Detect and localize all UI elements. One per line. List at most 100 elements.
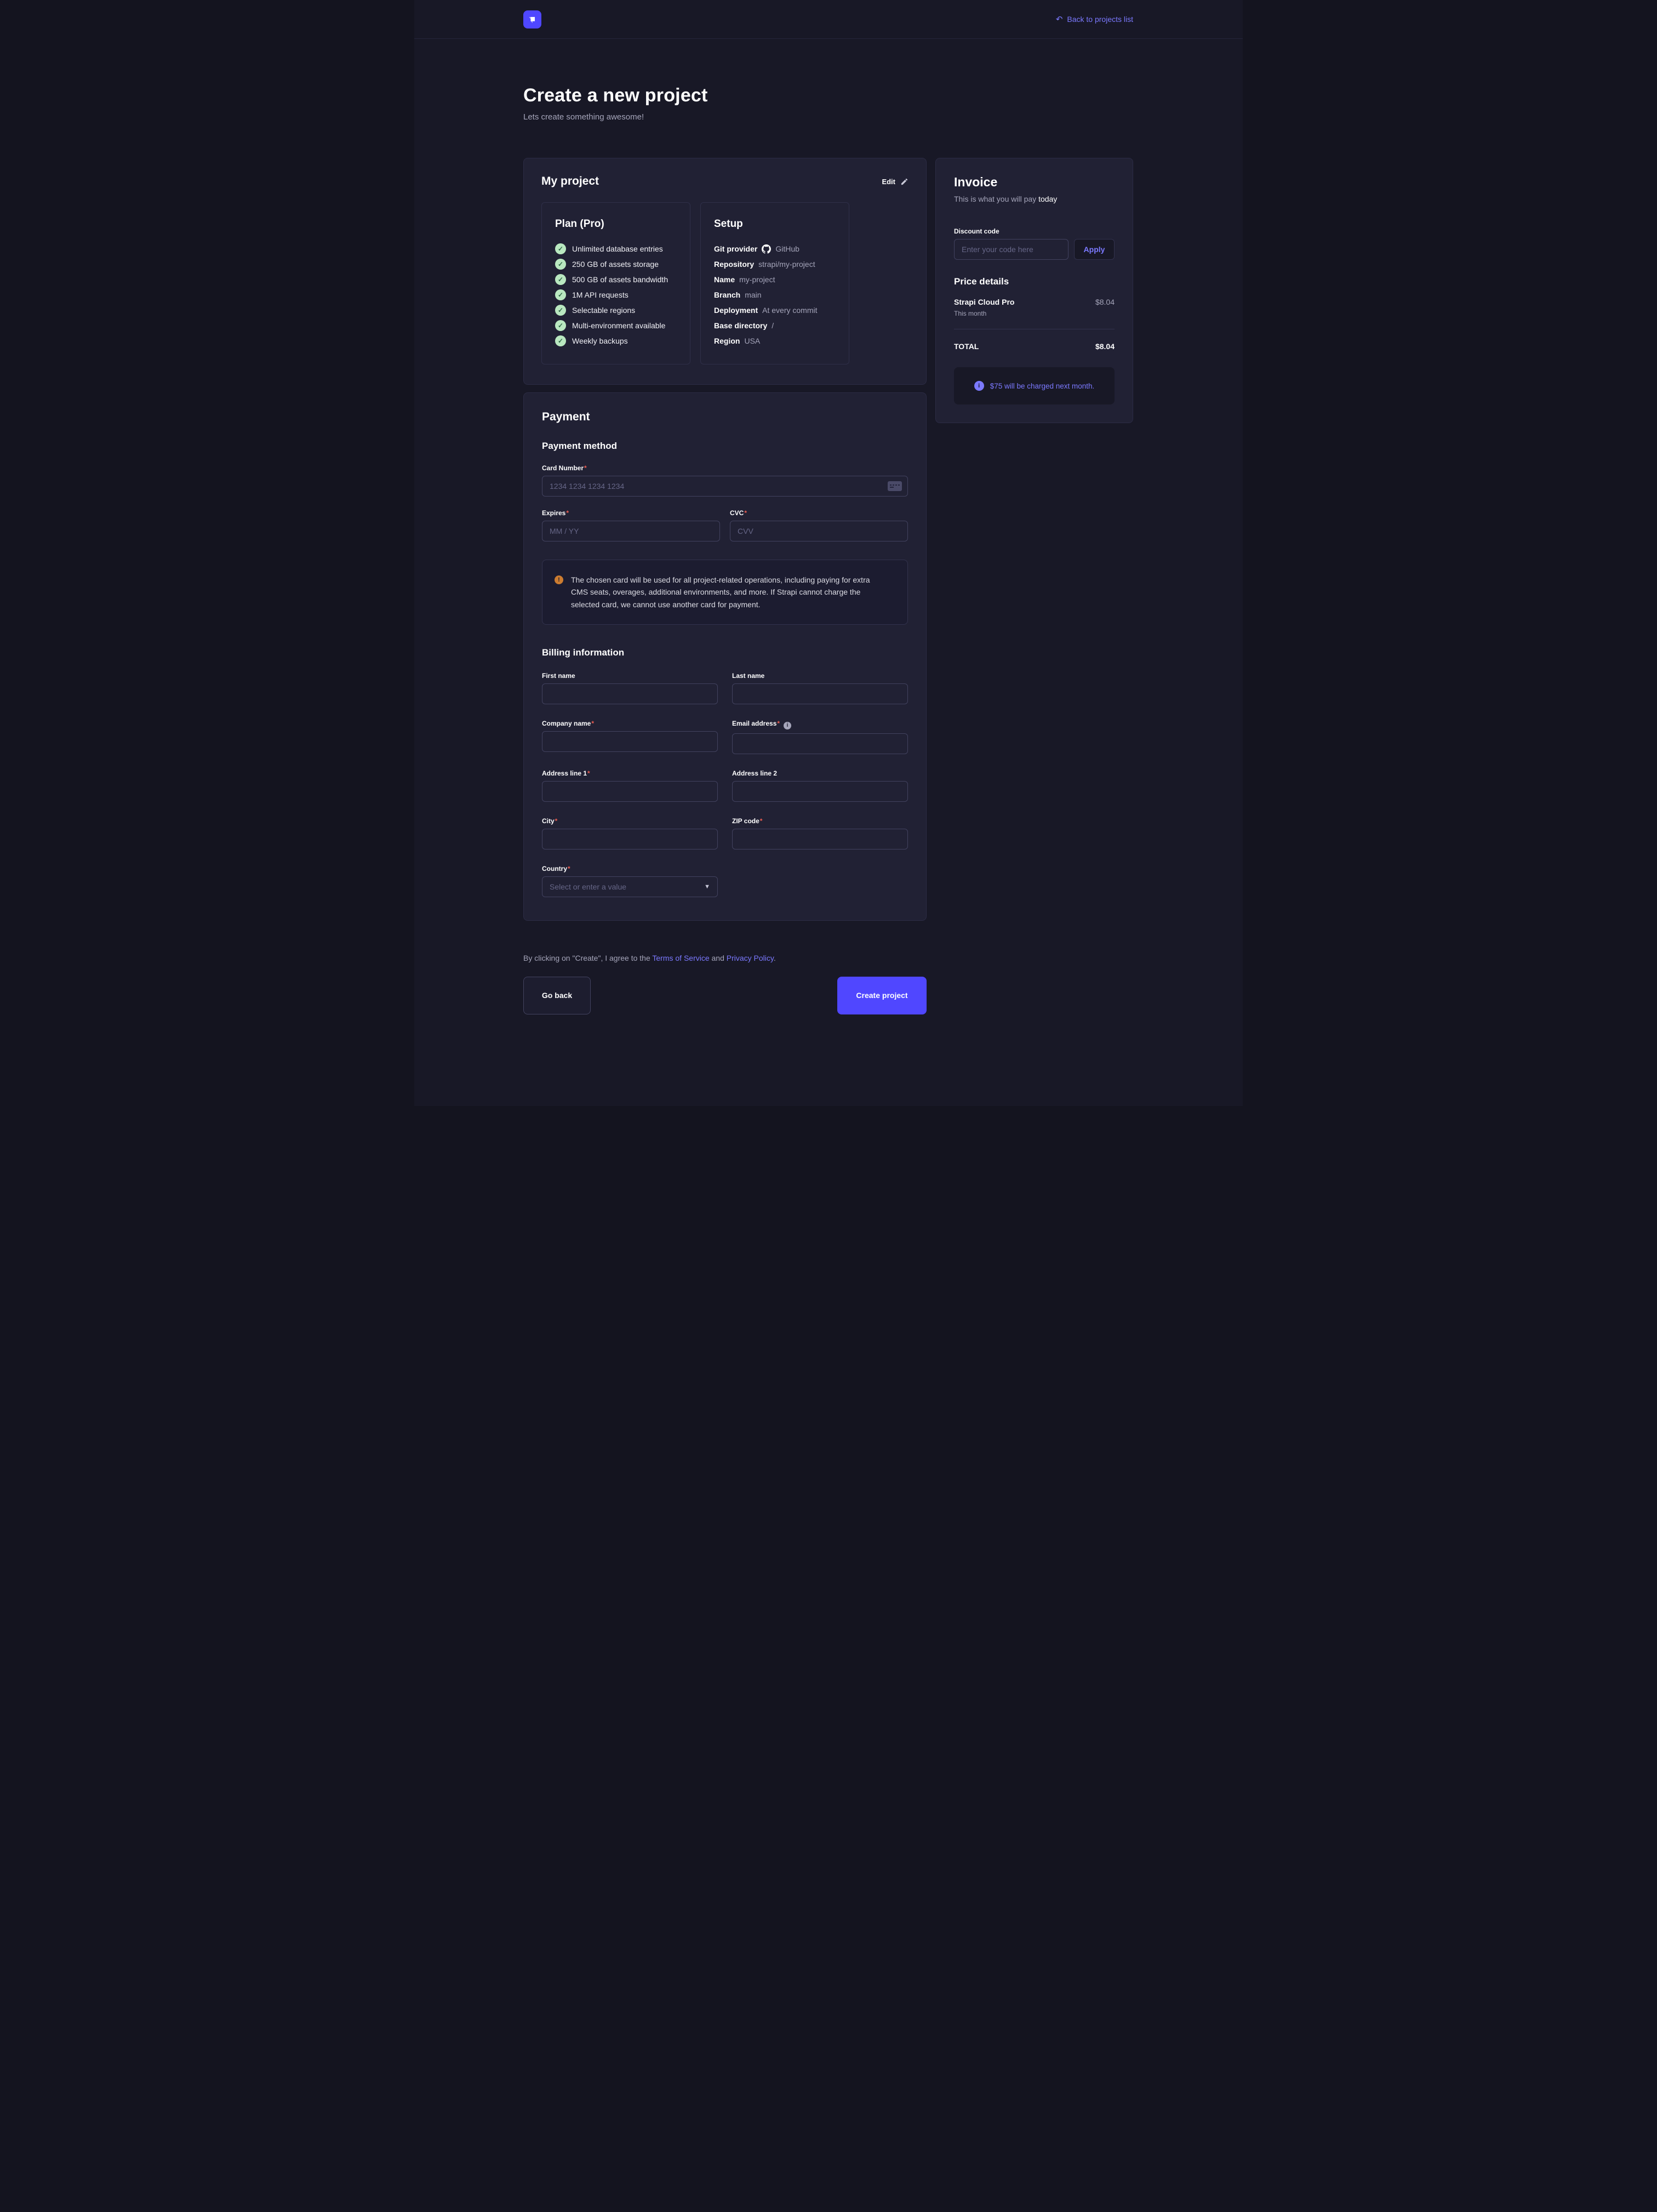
- plan-box: Plan (Pro) ✓ Unlimited database entries …: [541, 202, 690, 364]
- terms-prefix: By clicking on "Create", I agree to the: [523, 954, 652, 962]
- card-number-label-text: Card Number: [542, 464, 584, 472]
- last-name-field: Last name: [732, 672, 908, 704]
- zip-code-input[interactable]: [732, 829, 908, 850]
- next-month-note-text: $75 will be charged next month.: [990, 382, 1095, 390]
- my-project-title: My project: [541, 175, 599, 188]
- plan-title: Plan (Pro): [555, 218, 678, 230]
- setup-row: Name my-project: [714, 272, 837, 287]
- setup-value: my-project: [739, 275, 775, 284]
- required-marker: *: [777, 720, 780, 727]
- go-back-button[interactable]: Go back: [523, 977, 591, 1014]
- city-input[interactable]: [542, 829, 718, 850]
- address-line-1-label: Address line 1*: [542, 769, 718, 777]
- first-name-input[interactable]: [542, 683, 718, 704]
- card-number-field: Card Number*: [542, 464, 908, 497]
- email-input[interactable]: [732, 733, 908, 754]
- first-name-label: First name: [542, 672, 718, 680]
- country-label: Country*: [542, 865, 718, 873]
- setup-label: Name: [714, 275, 735, 284]
- apply-discount-button[interactable]: Apply: [1074, 239, 1115, 260]
- cvc-label-text: CVC: [730, 509, 744, 517]
- discount-section: Discount code Apply: [954, 227, 1115, 260]
- address-line-2-input[interactable]: [732, 781, 908, 802]
- zip-code-label: ZIP code*: [732, 817, 908, 825]
- discount-code-input[interactable]: [954, 239, 1069, 260]
- setup-label: Branch: [714, 290, 740, 299]
- setup-row: Region USA: [714, 333, 837, 349]
- edit-button[interactable]: Edit: [882, 178, 909, 186]
- check-icon: ✓: [555, 289, 566, 300]
- last-name-input[interactable]: [732, 683, 908, 704]
- setup-row: Base directory /: [714, 318, 837, 333]
- setup-value: strapi/my-project: [758, 260, 815, 269]
- payment-method-title: Payment method: [542, 441, 908, 452]
- card-number-input[interactable]: [542, 476, 908, 497]
- email-label-text: Email address: [732, 720, 776, 727]
- payment-title: Payment: [542, 411, 908, 424]
- invoice-subtitle-emphasis: today: [1038, 195, 1057, 203]
- price-line-amount: $8.04: [1095, 298, 1115, 317]
- discount-code-label: Discount code: [954, 227, 1115, 235]
- address-line-1-input[interactable]: [542, 781, 718, 802]
- plan-item-label: Weekly backups: [572, 337, 628, 345]
- privacy-policy-link[interactable]: Privacy Policy: [727, 954, 774, 962]
- address-line-1-label-text: Address line 1: [542, 769, 587, 777]
- company-name-input[interactable]: [542, 731, 718, 752]
- plan-item-label: Selectable regions: [572, 306, 635, 315]
- plan-item: ✓ Unlimited database entries: [555, 241, 678, 256]
- required-marker: *: [760, 817, 763, 825]
- company-name-field: Company name*: [542, 720, 718, 754]
- email-field: Email address* i: [732, 720, 908, 754]
- setup-box: Setup Git provider GitHub: [700, 202, 849, 364]
- warning-icon: !: [555, 575, 563, 584]
- expires-input[interactable]: [542, 521, 720, 541]
- left-column: My project Edit Plan (Pro): [523, 158, 927, 921]
- setup-label: Base directory: [714, 321, 767, 330]
- info-icon: i: [974, 381, 984, 391]
- cvc-field: CVC*: [730, 509, 908, 541]
- required-marker: *: [587, 769, 590, 777]
- invoice-title: Invoice: [954, 175, 1115, 190]
- email-info-icon[interactable]: i: [784, 722, 791, 729]
- expires-label-text: Expires: [542, 509, 565, 517]
- check-icon: ✓: [555, 243, 566, 254]
- plan-item: ✓ 250 GB of assets storage: [555, 256, 678, 272]
- last-name-label: Last name: [732, 672, 908, 680]
- my-project-card: My project Edit Plan (Pro): [523, 158, 927, 385]
- strapi-logo-icon: [527, 14, 538, 25]
- plan-item: ✓ Selectable regions: [555, 303, 678, 318]
- country-select[interactable]: Select or enter a value ▼: [542, 876, 718, 897]
- plan-item-label: 500 GB of assets bandwidth: [572, 275, 668, 284]
- expires-field: Expires*: [542, 509, 720, 541]
- price-line-item: Strapi Cloud Pro This month $8.04: [954, 298, 1115, 317]
- required-marker: *: [566, 509, 569, 517]
- setup-title: Setup: [714, 218, 837, 230]
- back-arrow-icon: ↶: [1056, 15, 1063, 24]
- create-project-button[interactable]: Create project: [837, 977, 927, 1014]
- strapi-logo[interactable]: [523, 10, 541, 28]
- terms-of-service-link[interactable]: Terms of Service: [652, 954, 709, 962]
- setup-value: main: [745, 290, 761, 299]
- address-line-2-label: Address line 2: [732, 769, 908, 777]
- invoice-subtitle: This is what you will pay today: [954, 195, 1115, 203]
- check-icon: ✓: [555, 320, 566, 331]
- required-marker: *: [555, 817, 558, 825]
- total-label: TOTAL: [954, 342, 979, 351]
- email-label: Email address* i: [732, 720, 908, 729]
- page-subtitle: Lets create something awesome!: [523, 112, 1133, 122]
- price-details-title: Price details: [954, 276, 1115, 287]
- company-name-label: Company name*: [542, 720, 718, 727]
- first-name-field: First name: [542, 672, 718, 704]
- cvc-input[interactable]: [730, 521, 908, 541]
- required-marker: *: [584, 464, 587, 472]
- plan-item: ✓ 500 GB of assets bandwidth: [555, 272, 678, 287]
- plan-item-label: 250 GB of assets storage: [572, 260, 659, 269]
- city-label: City*: [542, 817, 718, 825]
- setup-value: USA: [744, 337, 760, 345]
- city-label-text: City: [542, 817, 555, 825]
- invoice-card: Invoice This is what you will pay today …: [935, 158, 1133, 423]
- setup-row: Repository strapi/my-project: [714, 256, 837, 272]
- required-marker: *: [568, 865, 570, 873]
- back-to-projects-link[interactable]: ↶ Back to projects list: [1056, 15, 1133, 24]
- terms-and: and: [710, 954, 727, 962]
